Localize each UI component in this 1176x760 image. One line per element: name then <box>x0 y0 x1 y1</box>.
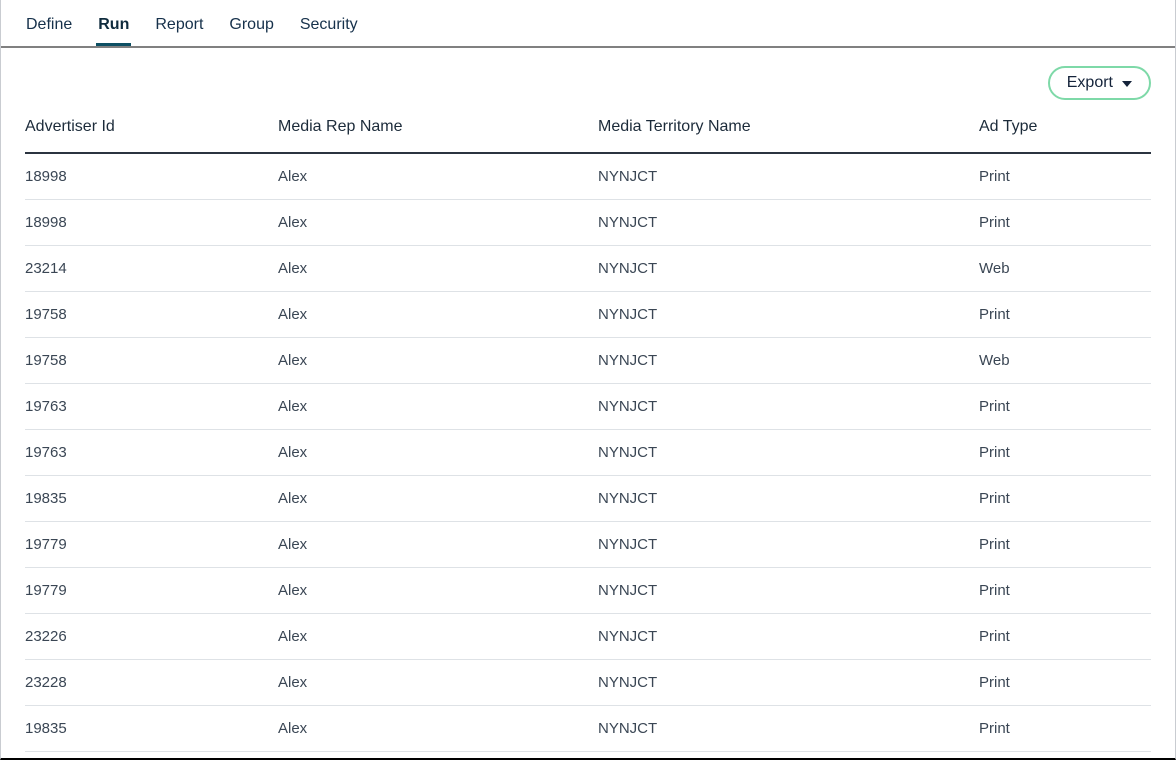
table-row[interactable]: 19779 Alex NYNJCT Print <box>25 521 1151 568</box>
results-table-container: Advertiser Id Media Rep Name Media Terri… <box>1 118 1175 752</box>
cell-ad-type: Print <box>979 613 1151 660</box>
tab-report[interactable]: Report <box>142 0 216 35</box>
table-head: Advertiser Id Media Rep Name Media Terri… <box>25 118 1151 154</box>
app-frame: Define Run Report Group Security Export … <box>0 0 1176 760</box>
cell-media-territory-name: NYNJCT <box>598 337 979 384</box>
cell-media-rep-name: Alex <box>278 567 598 614</box>
cell-media-rep-name: Alex <box>278 705 598 752</box>
tab-group[interactable]: Group <box>216 0 286 35</box>
cell-advertiser-id: 19779 <box>25 567 278 614</box>
cell-media-territory-name: NYNJCT <box>598 153 979 200</box>
cell-media-rep-name: Alex <box>278 429 598 476</box>
cell-media-territory-name: NYNJCT <box>598 567 979 614</box>
export-button-label: Export <box>1066 73 1113 91</box>
cell-media-territory-name: NYNJCT <box>598 475 979 522</box>
table-row[interactable]: 19779 Alex NYNJCT Print <box>25 567 1151 614</box>
cell-media-territory-name: NYNJCT <box>598 291 979 338</box>
cell-media-territory-name: NYNJCT <box>598 705 979 752</box>
tab-run[interactable]: Run <box>85 0 142 46</box>
cell-media-rep-name: Alex <box>278 245 598 292</box>
table-row[interactable]: 23228 Alex NYNJCT Print <box>25 659 1151 706</box>
cell-media-rep-name: Alex <box>278 475 598 522</box>
tab-bar: Define Run Report Group Security <box>1 0 1175 48</box>
cell-media-territory-name: NYNJCT <box>598 521 979 568</box>
cell-ad-type: Print <box>979 199 1151 246</box>
cell-media-rep-name: Alex <box>278 659 598 706</box>
cell-advertiser-id: 19758 <box>25 337 278 384</box>
cell-media-territory-name: NYNJCT <box>598 659 979 706</box>
cell-advertiser-id: 23226 <box>25 613 278 660</box>
cell-advertiser-id: 23228 <box>25 659 278 706</box>
tab-define[interactable]: Define <box>13 0 85 35</box>
tab-security[interactable]: Security <box>287 0 371 35</box>
table-header-row: Advertiser Id Media Rep Name Media Terri… <box>25 118 1151 154</box>
cell-media-territory-name: NYNJCT <box>598 429 979 476</box>
chevron-down-icon <box>1122 80 1132 87</box>
table-row[interactable]: 19835 Alex NYNJCT Print <box>25 475 1151 522</box>
cell-ad-type: Web <box>979 245 1151 292</box>
table-row[interactable]: 19758 Alex NYNJCT Print <box>25 291 1151 338</box>
cell-ad-type: Print <box>979 521 1151 568</box>
table-row[interactable]: 18998 Alex NYNJCT Print <box>25 153 1151 200</box>
column-header-ad-type[interactable]: Ad Type <box>979 118 1151 154</box>
cell-media-territory-name: NYNJCT <box>598 245 979 292</box>
table-row[interactable]: 19763 Alex NYNJCT Print <box>25 383 1151 430</box>
cell-ad-type: Print <box>979 705 1151 752</box>
cell-media-rep-name: Alex <box>278 153 598 200</box>
table-body: 18998 Alex NYNJCT Print 18998 Alex NYNJCT Print… <box>25 153 1151 752</box>
table-row[interactable]: 23214 Alex NYNJCT Web <box>25 245 1151 292</box>
table-row[interactable]: 19763 Alex NYNJCT Print <box>25 429 1151 476</box>
cell-advertiser-id: 18998 <box>25 199 278 246</box>
column-header-advertiser-id[interactable]: Advertiser Id <box>25 118 278 154</box>
cell-ad-type: Print <box>979 429 1151 476</box>
cell-media-rep-name: Alex <box>278 613 598 660</box>
cell-ad-type: Print <box>979 153 1151 200</box>
export-button[interactable]: Export <box>1047 65 1151 100</box>
cell-advertiser-id: 19758 <box>25 291 278 338</box>
cell-advertiser-id: 23214 <box>25 245 278 292</box>
cell-advertiser-id: 18998 <box>25 153 278 200</box>
cell-advertiser-id: 19835 <box>25 705 278 752</box>
cell-ad-type: Print <box>979 659 1151 706</box>
cell-media-rep-name: Alex <box>278 291 598 338</box>
cell-ad-type: Print <box>979 291 1151 338</box>
cell-media-territory-name: NYNJCT <box>598 383 979 430</box>
column-header-media-rep-name[interactable]: Media Rep Name <box>278 118 598 154</box>
cell-ad-type: Print <box>979 383 1151 430</box>
cell-media-territory-name: NYNJCT <box>598 613 979 660</box>
cell-media-rep-name: Alex <box>278 383 598 430</box>
cell-media-rep-name: Alex <box>278 337 598 384</box>
results-table: Advertiser Id Media Rep Name Media Terri… <box>25 118 1151 752</box>
cell-ad-type: Web <box>979 337 1151 384</box>
column-header-media-territory-name[interactable]: Media Territory Name <box>598 118 979 154</box>
cell-ad-type: Print <box>979 567 1151 614</box>
toolbar: Export <box>1 47 1175 118</box>
cell-media-rep-name: Alex <box>278 521 598 568</box>
cell-media-rep-name: Alex <box>278 199 598 246</box>
table-row[interactable]: 18998 Alex NYNJCT Print <box>25 199 1151 246</box>
cell-ad-type: Print <box>979 475 1151 522</box>
cell-advertiser-id: 19763 <box>25 383 278 430</box>
table-row[interactable]: 19758 Alex NYNJCT Web <box>25 337 1151 384</box>
table-row[interactable]: 23226 Alex NYNJCT Print <box>25 613 1151 660</box>
table-row[interactable]: 19835 Alex NYNJCT Print <box>25 705 1151 752</box>
cell-advertiser-id: 19763 <box>25 429 278 476</box>
cell-media-territory-name: NYNJCT <box>598 199 979 246</box>
tab-bar-divider <box>1 46 1175 48</box>
cell-advertiser-id: 19835 <box>25 475 278 522</box>
cell-advertiser-id: 19779 <box>25 521 278 568</box>
